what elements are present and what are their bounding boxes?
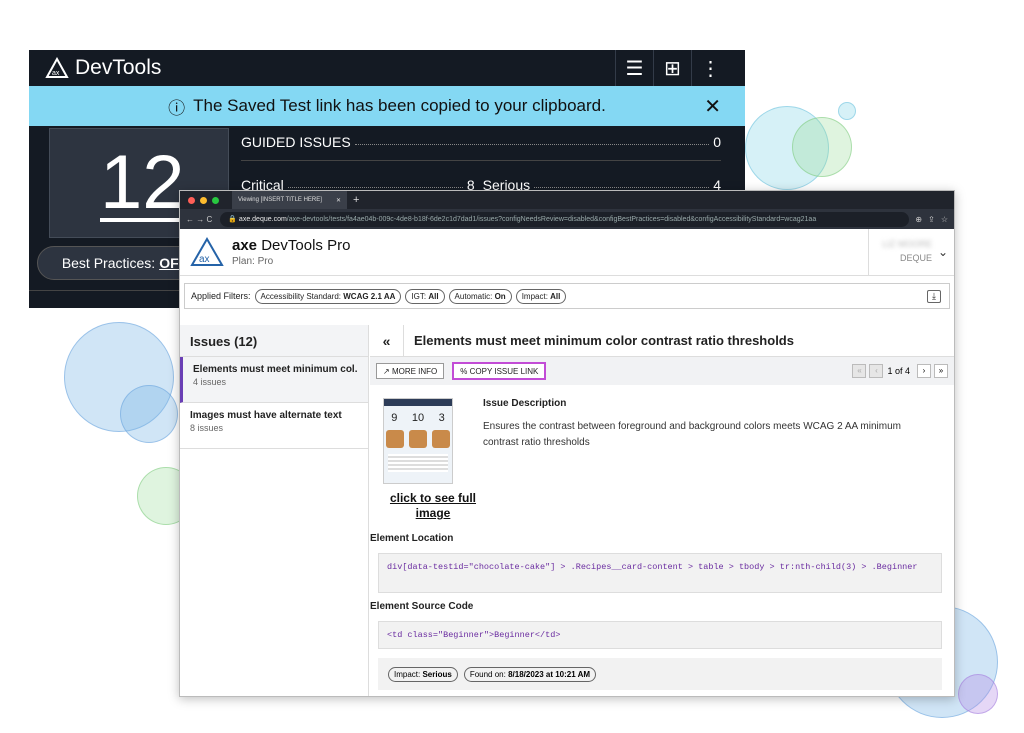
browser-tab[interactable]: Viewing [INSERT TITLE HERE] ✕: [232, 191, 347, 209]
url-bar: ← → C 🔒 axe.deque.com /axe-devtools/test…: [180, 209, 954, 229]
guided-issues-count: 0: [713, 134, 721, 150]
decor-circle: [958, 674, 998, 714]
thumb-number: 3: [438, 412, 445, 424]
element-source-title: Element Source Code: [370, 601, 474, 612]
banner-text: The Saved Test link has been copied to y…: [193, 96, 606, 115]
add-icon[interactable]: ⊞: [653, 50, 691, 86]
decor-circle: [120, 385, 178, 443]
svg-text:ax: ax: [52, 70, 60, 77]
external-link-icon: ↗: [383, 366, 392, 376]
issue-count: 8 issues: [190, 423, 224, 433]
issue-title: Images must have alternate text: [190, 410, 342, 421]
devtools-header: ax DevTools ☰ ⊞ ⋮: [29, 50, 745, 86]
detail-toolbar: ↗ MORE INFO % COPY ISSUE LINK « ‹ 1 of 4…: [370, 357, 954, 385]
found-on-badge: Found on: 8/18/2023 at 10:21 AM: [463, 666, 597, 682]
pager: « ‹ 1 of 4 › »: [849, 364, 948, 378]
back-icon[interactable]: ←: [186, 215, 194, 224]
axe-logo-icon: ax: [45, 57, 69, 78]
minimize-window-icon[interactable]: [200, 196, 207, 204]
issue-summary: GUIDED ISSUES 0 Critical 8 Serious 4: [241, 128, 721, 193]
filter-standard[interactable]: Accessibility Standard: WCAG 2.1 AA: [254, 288, 402, 304]
first-page-icon[interactable]: «: [852, 364, 867, 378]
org-name: DEQUE: [899, 253, 932, 263]
applied-filters: Applied Filters: Accessibility Standard:…: [184, 283, 950, 309]
filter-igt[interactable]: IGT: All: [405, 288, 445, 304]
close-window-icon[interactable]: [188, 196, 195, 204]
info-icon: ⓘ: [168, 98, 186, 118]
filters-label: Applied Filters:: [191, 291, 251, 301]
element-location-code: div[data-testid="chocolate-cake"] > .Rec…: [378, 553, 942, 593]
see-full-image-link[interactable]: click to see full image: [383, 491, 483, 521]
list-icon[interactable]: ☰: [615, 50, 653, 86]
impact-badge: Impact: Serious: [388, 666, 458, 682]
forward-icon[interactable]: →: [196, 215, 204, 224]
axe-logo-icon: ax: [190, 237, 224, 266]
prev-page-icon[interactable]: ‹: [869, 364, 884, 378]
next-page-icon[interactable]: ›: [917, 364, 931, 378]
page-indicator: 1 of 4: [887, 366, 910, 376]
copy-issue-link-button[interactable]: % COPY ISSUE LINK: [452, 362, 547, 380]
app-name-bold: axe: [232, 237, 258, 254]
close-icon[interactable]: ✕: [704, 94, 721, 119]
plan-label: Plan: Pro: [232, 256, 274, 267]
issue-item-alt-text[interactable]: Images must have alternate text 8 issues: [180, 403, 369, 449]
issue-description-title: Issue Description: [483, 398, 567, 409]
issue-item-contrast[interactable]: Elements must meet minimum col... 4 issu…: [180, 357, 369, 403]
tab-bar: Viewing [INSERT TITLE HERE] ✕ +: [180, 191, 954, 209]
maximize-window-icon[interactable]: [212, 196, 219, 204]
issue-score: 12: [100, 140, 185, 225]
tab-title: Viewing [INSERT TITLE HERE]: [238, 197, 322, 203]
decor-circle: [838, 102, 856, 120]
link-icon: %: [460, 366, 470, 376]
clipboard-banner: ⓘ The Saved Test link has been copied to…: [29, 86, 745, 126]
lock-icon: 🔒: [228, 216, 239, 223]
issues-header: Issues (12): [180, 325, 369, 357]
issue-meta: Impact: Serious Found on: 8/18/2023 at 1…: [378, 658, 942, 690]
share-icon[interactable]: ⇪: [928, 215, 935, 224]
more-info-button[interactable]: ↗ MORE INFO: [376, 363, 445, 379]
new-tab-icon[interactable]: +: [353, 194, 359, 206]
url-domain: axe.deque.com: [238, 215, 287, 223]
decor-circle: [792, 117, 852, 177]
svg-text:ax: ax: [199, 254, 210, 265]
devtools-title: DevTools: [75, 56, 162, 79]
issue-title: Elements must meet minimum col...: [193, 364, 358, 375]
zoom-icon[interactable]: ⊕: [915, 215, 922, 224]
collapse-icon[interactable]: «: [370, 324, 404, 357]
user-name: LIZ MOORE: [882, 239, 932, 249]
url-path: /axe-devtools/tests/fa4ae04b-009c-4de8-b…: [286, 215, 817, 223]
issue-count: 4 issues: [193, 377, 227, 387]
reload-icon[interactable]: C: [206, 215, 212, 224]
more-vertical-icon[interactable]: ⋮: [691, 50, 729, 86]
thumb-number: 10: [411, 412, 425, 424]
app-name: DevTools Pro: [261, 237, 351, 254]
bookmark-star-icon[interactable]: ☆: [941, 215, 948, 224]
thumb-number: 9: [391, 412, 398, 424]
browser-window: Viewing [INSERT TITLE HERE] ✕ + ← → C 🔒 a…: [179, 190, 955, 697]
detail-header: « Elements must meet minimum color contr…: [370, 324, 954, 357]
detail-title: Elements must meet minimum color contras…: [414, 333, 794, 348]
tab-close-icon[interactable]: ✕: [336, 197, 341, 204]
user-menu[interactable]: LIZ MOORE DEQUE ⌄: [868, 229, 954, 276]
issue-description-text: Ensures the contrast between foreground …: [483, 421, 901, 448]
last-page-icon[interactable]: »: [934, 364, 948, 378]
download-icon[interactable]: ⤓: [927, 289, 941, 303]
app-header: ax axe DevTools Pro Plan: Pro LIZ MOORE …: [180, 229, 954, 276]
address-field[interactable]: 🔒 axe.deque.com /axe-devtools/tests/fa4a…: [220, 211, 910, 227]
chevron-down-icon: ⌄: [937, 245, 948, 259]
element-location-title: Element Location: [370, 533, 454, 544]
filter-automatic[interactable]: Automatic: On: [448, 288, 512, 304]
element-source-code: <td class="Beginner">Beginner</td>: [378, 621, 942, 649]
guided-issues-label: GUIDED ISSUES: [241, 134, 351, 150]
screenshot-thumbnail[interactable]: 9 10 3: [383, 398, 453, 484]
best-practices-label: Best Practices:: [61, 255, 156, 271]
filter-impact[interactable]: Impact: All: [515, 288, 567, 304]
